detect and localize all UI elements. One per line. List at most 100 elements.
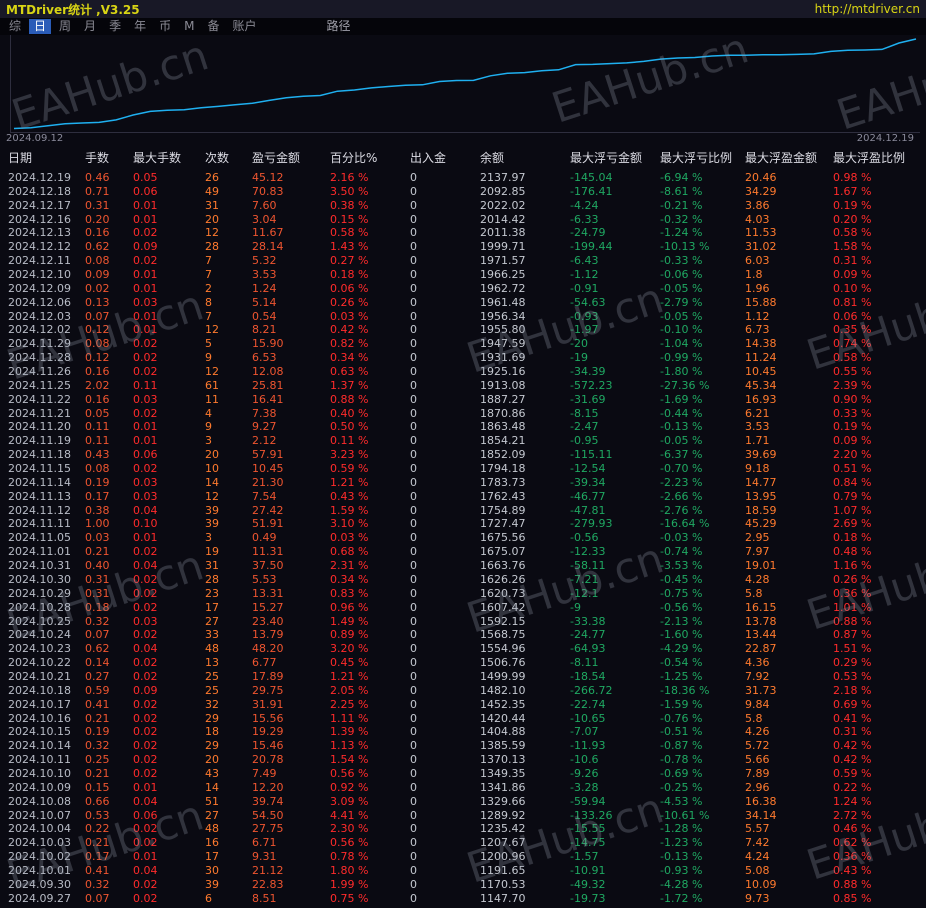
table-row[interactable]: 2024.10.23 0.62 0.04 48 48.20 3.20 % 0 1554.96 -… xyxy=(0,642,926,656)
table-row[interactable]: 2024.11.13 0.17 0.03 12 7.54 0.43 % 0 1762.43 -4… xyxy=(0,490,926,504)
cell: -8.11 xyxy=(570,656,599,670)
cell: 0.40 xyxy=(85,559,110,573)
table-row[interactable]: 2024.10.07 0.53 0.06 27 54.50 4.41 % 0 1289.92 -… xyxy=(0,809,926,823)
menu-tab-币[interactable]: 币 xyxy=(154,19,176,34)
cell: 0.41 xyxy=(85,863,110,877)
table-row[interactable]: 2024.09.30 0.32 0.02 39 22.83 1.99 % 0 1170.53 -… xyxy=(0,878,926,892)
cell: 2137.97 xyxy=(480,171,526,184)
cell: 2022.02 xyxy=(480,198,526,212)
menu-tab-季[interactable]: 季 xyxy=(104,19,126,34)
cell: 0.32 xyxy=(85,877,110,891)
cell: 0.31 xyxy=(85,586,110,600)
cell: 0.11 xyxy=(133,378,158,392)
table-row[interactable]: 2024.10.17 0.41 0.02 32 31.91 2.25 % 0 1452.35 -… xyxy=(0,698,926,712)
table-row[interactable]: 2024.10.25 0.32 0.03 27 23.40 1.49 % 0 1592.15 -… xyxy=(0,615,926,629)
cell: 1863.48 xyxy=(480,420,526,434)
table-row[interactable]: 2024.09.27 0.07 0.02 6 8.51 0.75 % 0 1147.70 -19… xyxy=(0,892,926,906)
cell: 0 xyxy=(410,517,417,531)
menu-tab-日[interactable]: 日 xyxy=(29,19,52,34)
table-row[interactable]: 2024.11.20 0.11 0.01 9 9.27 0.50 % 0 1863.48 -2.… xyxy=(0,420,926,434)
column-header: 最大手数 xyxy=(133,151,182,165)
cell: -0.06 % xyxy=(660,268,703,282)
menu-tab-周[interactable]: 周 xyxy=(54,19,76,34)
table-row[interactable]: 2024.11.05 0.03 0.01 3 0.49 0.03 % 0 1675.56 -0.… xyxy=(0,531,926,545)
table-row[interactable]: 2024.10.03 0.21 0.02 16 6.71 0.56 % 0 1207.67 -1… xyxy=(0,836,926,850)
table-row[interactable]: 2024.10.11 0.25 0.02 20 20.78 1.54 % 0 1370.13 -… xyxy=(0,753,926,767)
table-row[interactable]: 2024.11.21 0.05 0.02 4 7.38 0.40 % 0 1870.86 -8.… xyxy=(0,407,926,421)
cell: 0.78 % xyxy=(330,850,369,864)
menu-tab-综[interactable]: 综 xyxy=(4,19,26,34)
table-row[interactable]: 2024.12.09 0.02 0.01 2 1.24 0.06 % 0 1962.72 -0.… xyxy=(0,282,926,296)
table-row[interactable]: 2024.11.19 0.11 0.01 3 2.12 0.11 % 0 1854.21 -0.… xyxy=(0,434,926,448)
table-row[interactable]: 2024.10.02 0.17 0.01 17 9.31 0.78 % 0 1200.96 -1… xyxy=(0,850,926,864)
titlebar-url[interactable]: http://mtdriver.cn xyxy=(815,2,920,16)
table-row[interactable]: 2024.11.12 0.38 0.04 39 27.42 1.59 % 0 1754.89 -… xyxy=(0,504,926,518)
table-row[interactable]: 2024.11.26 0.16 0.02 12 12.08 0.63 % 0 1925.16 -… xyxy=(0,365,926,379)
cell: 2.31 % xyxy=(330,559,369,573)
table-row[interactable]: 2024.11.28 0.12 0.02 9 6.53 0.34 % 0 1931.69 -19… xyxy=(0,351,926,365)
table-row[interactable]: 2024.10.08 0.66 0.04 51 39.74 3.09 % 0 1329.66 -… xyxy=(0,795,926,809)
cell: 32 xyxy=(205,697,219,711)
table-row[interactable]: 2024.11.22 0.16 0.03 11 16.41 0.88 % 0 1887.27 -… xyxy=(0,393,926,407)
menu-tab-备[interactable]: 备 xyxy=(202,19,224,34)
table-row[interactable]: 2024.12.11 0.08 0.02 7 5.32 0.27 % 0 1971.57 -6.… xyxy=(0,254,926,268)
table-row[interactable]: 2024.10.30 0.31 0.02 28 5.53 0.34 % 0 1626.26 -7… xyxy=(0,573,926,587)
cell: -58.11 xyxy=(570,559,606,573)
table-row[interactable]: 2024.12.18 0.71 0.06 49 70.83 3.50 % 0 2092.85 -… xyxy=(0,185,926,199)
cell: 1870.86 xyxy=(480,406,526,420)
table-row[interactable]: 2024.11.15 0.08 0.02 10 10.45 0.59 % 0 1794.18 -… xyxy=(0,462,926,476)
table-row[interactable]: 2024.10.31 0.40 0.04 31 37.50 2.31 % 0 1663.76 -… xyxy=(0,559,926,573)
cell: 27 xyxy=(205,614,219,628)
table-row[interactable]: 2024.10.18 0.59 0.09 25 29.75 2.05 % 0 1482.10 -… xyxy=(0,684,926,698)
cell: 6.03 xyxy=(745,254,770,268)
table-row[interactable]: 2024.12.02 0.12 0.01 12 8.21 0.42 % 0 1955.80 -1… xyxy=(0,323,926,337)
table-row[interactable]: 2024.12.17 0.31 0.01 31 7.60 0.38 % 0 2022.02 -4… xyxy=(0,199,926,213)
table-row[interactable]: 2024.10.09 0.15 0.01 14 12.20 0.92 % 0 1341.86 -… xyxy=(0,781,926,795)
cell: 0 xyxy=(410,656,417,670)
cell: 28 xyxy=(205,572,219,586)
cell: 1675.07 xyxy=(480,545,526,559)
table-row[interactable]: 2024.11.18 0.43 0.06 20 57.91 3.23 % 0 1852.09 -… xyxy=(0,448,926,462)
table-row[interactable]: 2024.10.22 0.14 0.02 13 6.77 0.45 % 0 1506.76 -8… xyxy=(0,656,926,670)
cell: -33.38 xyxy=(570,614,606,628)
cell: 0.02 xyxy=(133,891,158,905)
table-row[interactable]: 2024.10.10 0.21 0.02 43 7.49 0.56 % 0 1349.35 -9… xyxy=(0,767,926,781)
table-row[interactable]: 2024.11.11 1.00 0.10 39 51.91 3.10 % 0 1727.47 -… xyxy=(0,517,926,531)
table-row[interactable]: 2024.11.25 2.02 0.11 61 25.81 1.37 % 0 1913.08 -… xyxy=(0,379,926,393)
path-button[interactable]: 路径 xyxy=(321,19,357,34)
table-row[interactable]: 2024.10.16 0.21 0.02 29 15.56 1.11 % 0 1420.44 -… xyxy=(0,712,926,726)
table-row[interactable]: 2024.11.01 0.21 0.02 19 11.31 0.68 % 0 1675.07 -… xyxy=(0,545,926,559)
cell: 0.34 % xyxy=(330,351,369,365)
cell: 2.12 xyxy=(252,434,277,448)
menu-tab-月[interactable]: 月 xyxy=(79,19,101,34)
table-row[interactable]: 2024.12.13 0.16 0.02 12 11.67 0.58 % 0 2011.38 -… xyxy=(0,226,926,240)
table-row[interactable]: 2024.12.06 0.13 0.03 8 5.14 0.26 % 0 1961.48 -54… xyxy=(0,296,926,310)
table-row[interactable]: 2024.10.04 0.22 0.02 48 27.75 2.30 % 0 1235.42 -… xyxy=(0,822,926,836)
table-row[interactable]: 2024.11.29 0.08 0.02 5 15.90 0.82 % 0 1947.59 -2… xyxy=(0,337,926,351)
cell: 21.30 xyxy=(252,475,284,489)
table-row[interactable]: 2024.10.01 0.41 0.04 30 21.12 1.80 % 0 1191.65 -… xyxy=(0,864,926,878)
table-row[interactable]: 2024.12.03 0.07 0.01 7 0.54 0.03 % 0 1956.34 -0.… xyxy=(0,310,926,324)
table-row[interactable]: 2024.10.29 0.31 0.02 23 13.31 0.83 % 0 1620.73 -… xyxy=(0,587,926,601)
table-row[interactable]: 2024.10.24 0.07 0.02 33 13.79 0.89 % 0 1568.75 -… xyxy=(0,628,926,642)
cell: 6 xyxy=(205,891,212,905)
cell: -0.05 % xyxy=(660,434,703,448)
table-row[interactable]: 2024.10.15 0.19 0.02 18 19.29 1.39 % 0 1404.88 -… xyxy=(0,725,926,739)
table-row[interactable]: 2024.10.14 0.32 0.02 29 15.46 1.13 % 0 1385.59 -… xyxy=(0,739,926,753)
table-row[interactable]: 2024.12.16 0.20 0.01 20 3.04 0.15 % 0 2014.42 -6… xyxy=(0,213,926,227)
menu-tab-M[interactable]: M xyxy=(179,19,199,34)
table-row[interactable]: 2024.12.12 0.62 0.09 28 28.14 1.43 % 0 1999.71 -… xyxy=(0,240,926,254)
table-row[interactable]: 2024.12.10 0.09 0.01 7 3.53 0.18 % 0 1966.25 -1.… xyxy=(0,268,926,282)
cell: 7 xyxy=(205,309,212,323)
cell: 1506.76 xyxy=(480,656,526,670)
cell: 57.91 xyxy=(252,448,284,462)
cell: 2.20 % xyxy=(833,448,872,462)
table-row[interactable]: 2024.11.14 0.19 0.03 14 21.30 1.21 % 0 1783.73 -… xyxy=(0,476,926,490)
table-row[interactable]: 2024.12.19 0.46 0.05 26 45.12 2.16 % 0 2137.97 -… xyxy=(0,171,926,185)
table-row[interactable]: 2024.10.21 0.27 0.02 25 17.89 1.21 % 0 1499.99 -… xyxy=(0,670,926,684)
cell: -1.28 % xyxy=(660,822,703,836)
menu-tab-账户[interactable]: 账户 xyxy=(227,19,261,34)
table-row[interactable]: 2024.10.28 0.18 0.02 17 15.27 0.96 % 0 1607.42 -… xyxy=(0,601,926,615)
cell: 13.44 xyxy=(745,628,777,642)
menu-tab-年[interactable]: 年 xyxy=(129,19,151,34)
